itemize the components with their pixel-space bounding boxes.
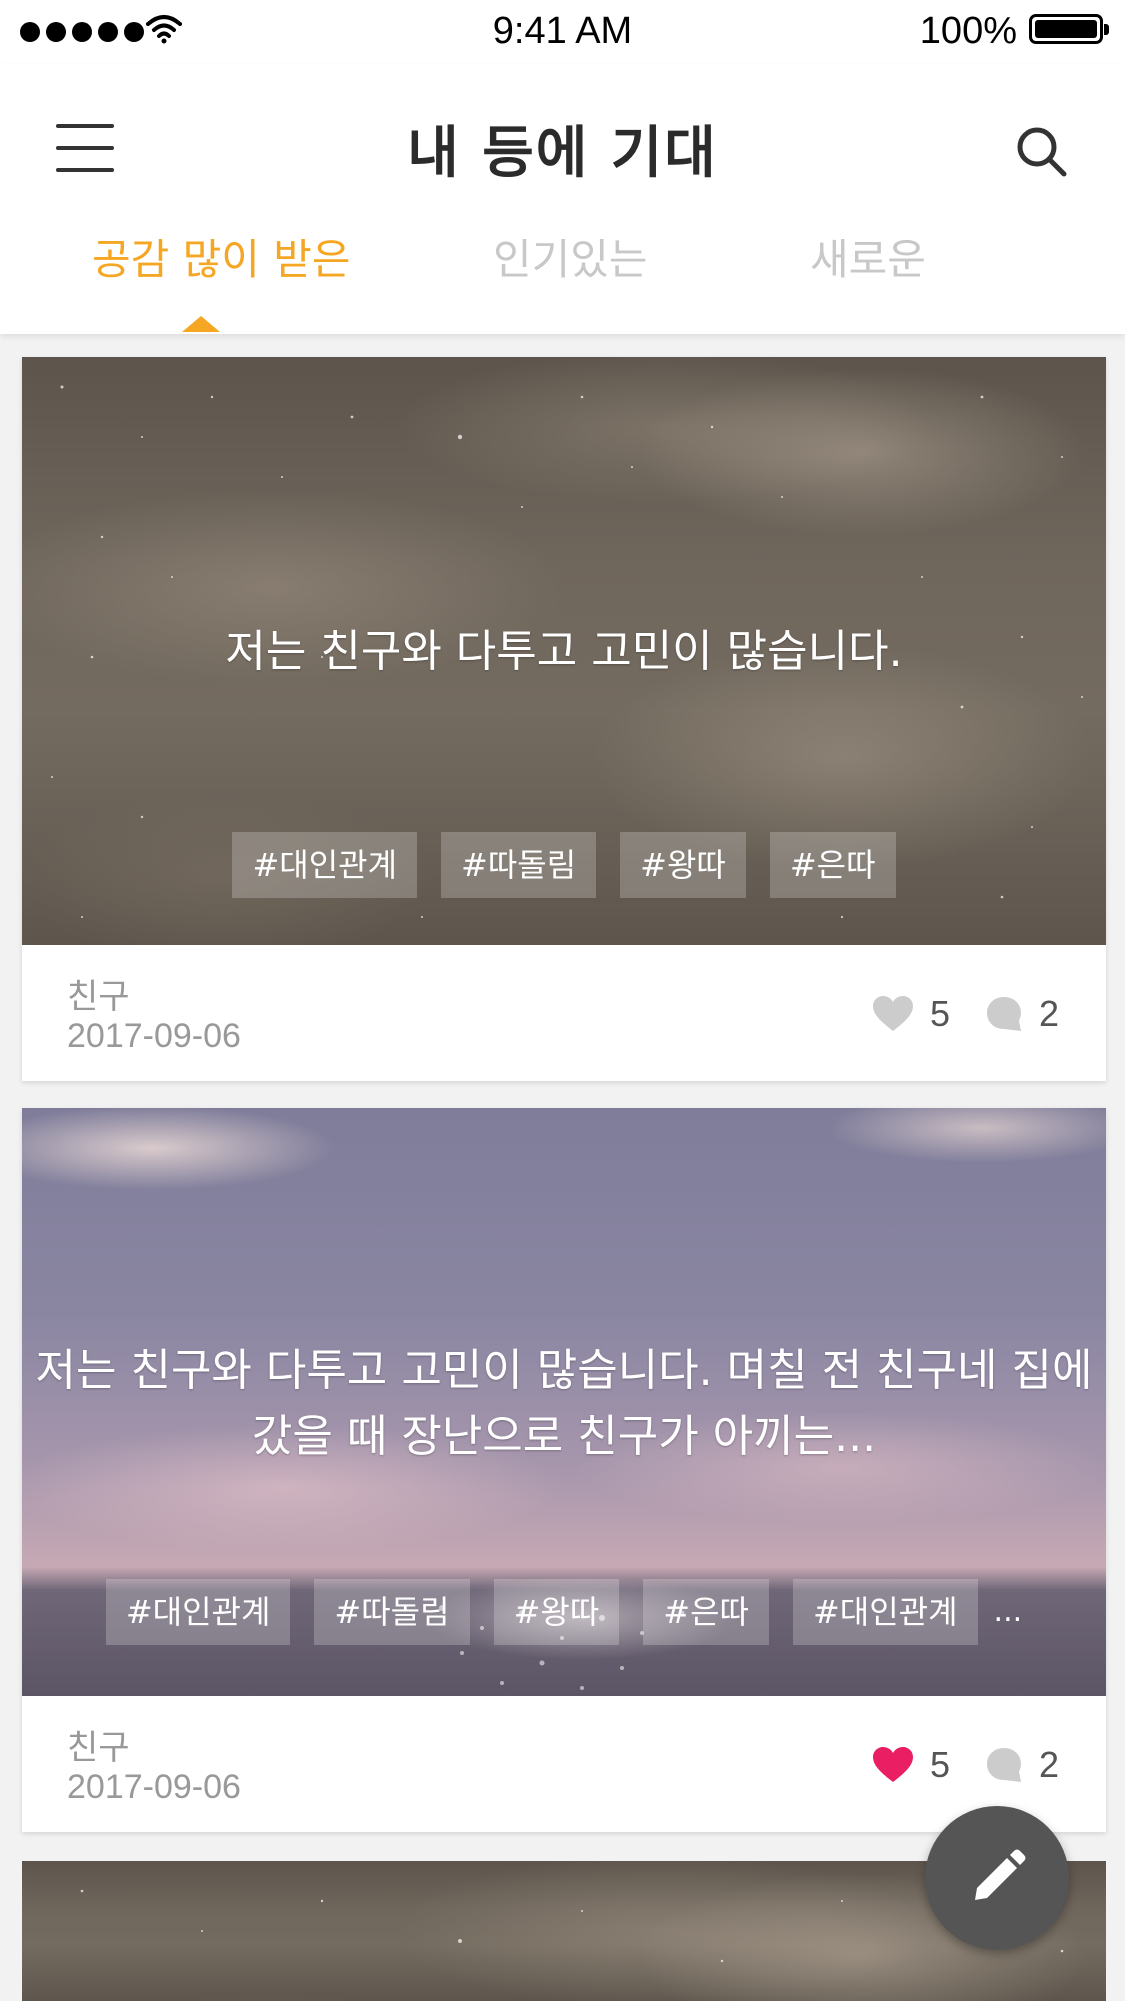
post-author: 친구 [67, 977, 130, 1017]
post-date: 2017-09-06 [67, 1768, 241, 1806]
like-count: 5 [930, 993, 951, 1034]
post-footer: 친구 2017-09-06 5 2 [22, 945, 1106, 1081]
tab-new[interactable]: 새로운 [810, 226, 926, 287]
comment-button[interactable]: 2 [985, 993, 1059, 1035]
write-post-button[interactable] [925, 1806, 1069, 1950]
post-text: 저는 친구와 다투고 고민이 많습니다. [225, 626, 903, 677]
heart-icon [873, 1747, 913, 1782]
search-icon[interactable] [1012, 122, 1072, 182]
tab-bar: 공감 많이 받은 인기있는 새로운 [0, 224, 1125, 334]
tag-chip[interactable]: #은따 [769, 832, 896, 898]
tag-chip[interactable]: #대인관계 [105, 1579, 291, 1645]
battery-icon [1029, 14, 1109, 44]
heart-icon [873, 996, 913, 1031]
app-header: 내 등에 기대 공감 많이 받은 인기있는 새로운 [0, 64, 1125, 334]
post-footer: 친구 2017-09-06 5 2 [22, 1696, 1106, 1832]
tag-chip[interactable]: #따돌림 [314, 1579, 470, 1645]
pencil-icon [975, 1849, 1026, 1900]
post-tags: #대인관계 #따돌림 #왕따 #은따 [22, 832, 1106, 898]
more-tags-indicator[interactable]: ... [994, 1579, 1023, 1645]
comment-count: 2 [1039, 993, 1060, 1034]
page-title: 내 등에 기대 [407, 121, 718, 186]
tag-chip[interactable]: #대인관계 [232, 832, 418, 898]
comment-bubble-icon [987, 1748, 1021, 1782]
like-button[interactable]: 5 [872, 993, 950, 1035]
tag-chip[interactable]: #왕따 [620, 832, 746, 898]
post-text: 저는 친구와 다투고 고민이 많습니다. 며칠 전 친구네 집에 갔을 때 장난… [35, 1345, 1093, 1462]
tab-most-empathized[interactable]: 공감 많이 받은 [92, 226, 351, 287]
comment-button[interactable]: 2 [985, 1744, 1059, 1786]
post-card[interactable]: 저는 친구와 다투고 고민이 많습니다. #대인관계 #따돌림 #왕따 #은따 … [22, 357, 1106, 1081]
post-card[interactable]: 저는 친구와 다투고 고민이 많습니다. 며칠 전 친구네 집에 갔을 때 장난… [22, 1108, 1106, 1832]
tab-popular[interactable]: 인기있는 [493, 226, 648, 287]
post-background-image: 저는 친구와 다투고 고민이 많습니다. #대인관계 #따돌림 #왕따 #은따 [22, 357, 1106, 945]
tag-chip[interactable]: #은따 [643, 1579, 769, 1645]
like-button[interactable]: 5 [872, 1744, 950, 1786]
comment-bubble-icon [987, 997, 1021, 1031]
like-count: 5 [930, 1744, 951, 1785]
tag-chip[interactable]: #왕따 [493, 1579, 620, 1645]
comment-count: 2 [1039, 1744, 1060, 1785]
status-bar: 9:41 AM 100% [0, 0, 1125, 64]
battery-percent: 100% [919, 10, 1017, 52]
active-tab-indicator [182, 316, 220, 332]
tag-chip[interactable]: #대인관계 [792, 1579, 978, 1645]
post-tags: #대인관계 #따돌림 #왕따 #은따 #대인관계 ... [22, 1579, 1106, 1645]
post-background-image: 저는 친구와 다투고 고민이 많습니다. 며칠 전 친구네 집에 갔을 때 장난… [22, 1108, 1106, 1696]
post-date: 2017-09-06 [67, 1017, 241, 1055]
post-author: 친구 [67, 1728, 130, 1768]
tag-chip[interactable]: #따돌림 [441, 832, 597, 898]
